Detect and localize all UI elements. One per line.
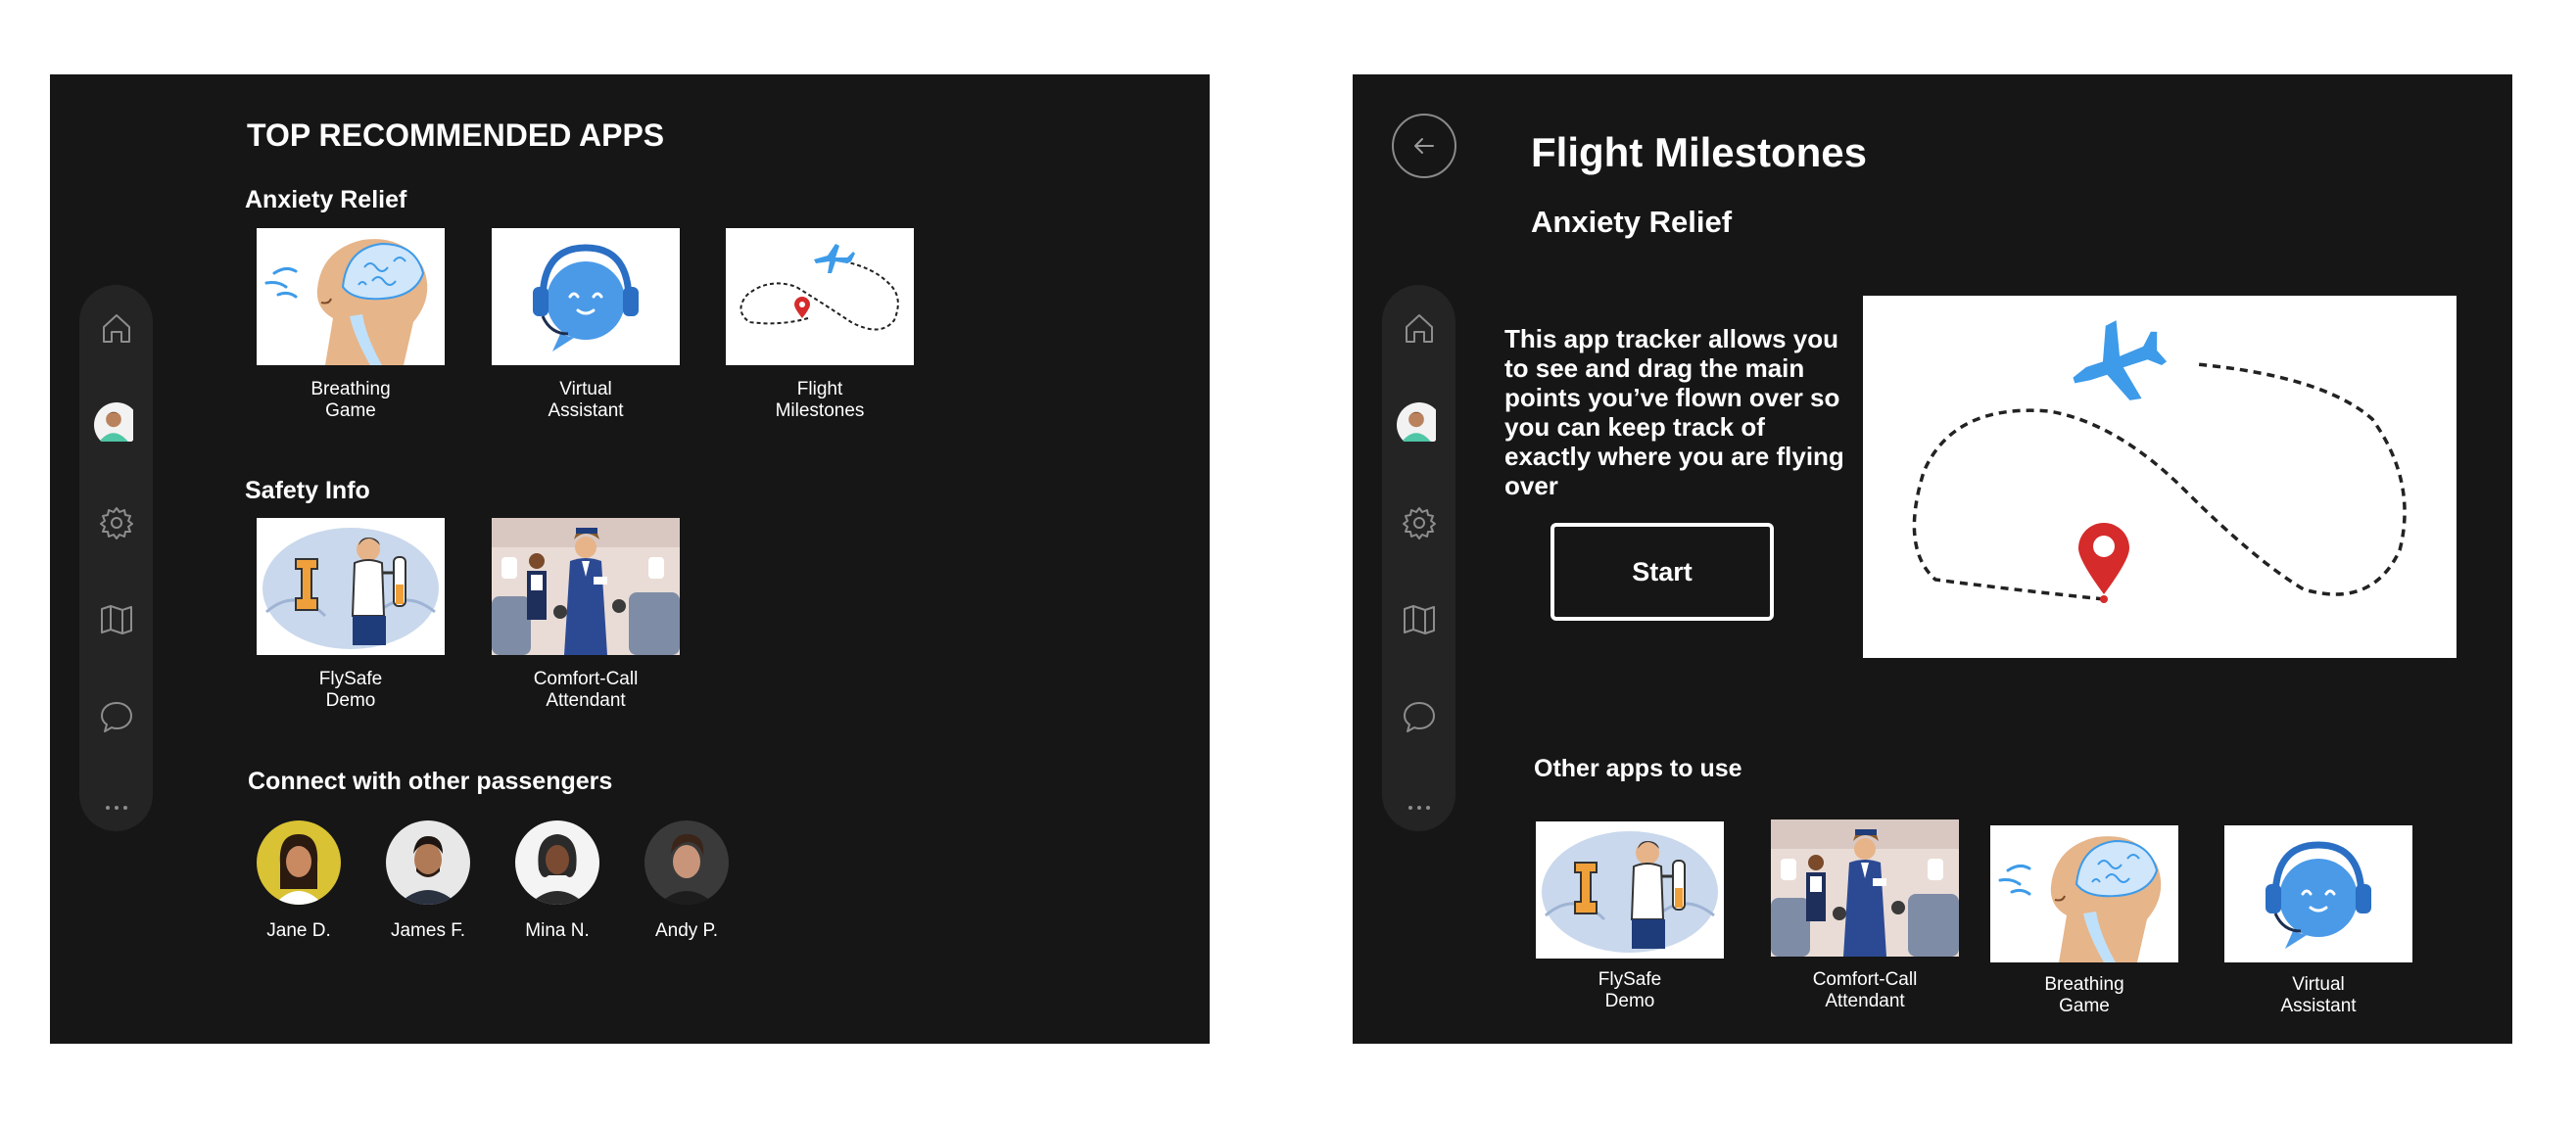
sidebar-item-profile[interactable] (1382, 396, 1455, 454)
robot-headset-illustration (492, 228, 680, 365)
safety-demo-illustration (257, 518, 445, 655)
app-caption-breathing-game: Breathing Game (310, 379, 391, 421)
app-tile-comfort-call-attendant[interactable] (1771, 820, 1959, 957)
app-caption-virtual-assistant: Virtual Assistant (548, 379, 624, 421)
app-tile-breathing-game[interactable] (1990, 825, 2178, 962)
app-caption-flight-milestones: Flight Milestones (775, 379, 865, 421)
passenger-avatar-andy[interactable] (644, 820, 729, 905)
avatar (93, 402, 139, 447)
flight-milestones-screen: Flight Milestones Anxiety Relief This ap… (1353, 74, 2512, 1044)
page-title: TOP RECOMMENDED APPS (247, 117, 665, 153)
app-caption-flysafe-demo: FlySafe Demo (1598, 969, 1662, 1011)
home-icon (1405, 314, 1433, 343)
home-icon (102, 314, 130, 343)
sidebar-item-map[interactable] (1382, 590, 1455, 649)
page-title: Flight Milestones (1531, 129, 1868, 175)
app-caption-comfort-call-attendant: Comfort-Call Attendant (1812, 969, 1918, 1011)
sidebar-item-more[interactable] (79, 778, 153, 837)
sidebar (1382, 285, 1455, 831)
more-icon (1407, 806, 1430, 810)
gear-icon (99, 507, 133, 539)
passenger-name: James F. (390, 920, 466, 941)
app-tile-virtual-assistant[interactable] (492, 228, 680, 365)
app-description: This app tracker allows you to see and d… (1504, 324, 1844, 500)
avatar (644, 820, 729, 905)
breathing-illustration (257, 228, 445, 365)
section-title-connect: Connect with other passengers (248, 768, 613, 795)
app-caption-comfort-call-attendant: Comfort-Call Attendant (533, 669, 639, 711)
section-title-safety: Safety Info (245, 477, 370, 504)
app-tile-breathing-game[interactable] (257, 228, 445, 365)
start-button[interactable]: Start (1550, 523, 1774, 621)
app-tile-virtual-assistant[interactable] (2224, 825, 2412, 962)
safety-demo-illustration (1536, 821, 1724, 959)
sidebar-item-map[interactable] (79, 590, 153, 649)
passenger-name: Andy P. (654, 920, 719, 941)
sidebar-item-home[interactable] (1382, 299, 1455, 357)
app-tile-flight-milestones[interactable] (726, 228, 914, 365)
app-caption-breathing-game: Breathing Game (2044, 974, 2124, 1016)
sidebar-item-settings[interactable] (1382, 493, 1455, 552)
arrow-left-icon (1414, 138, 1434, 154)
sidebar-item-home[interactable] (79, 299, 153, 357)
section-title-other-apps: Other apps to use (1534, 755, 1742, 782)
flight-attendant-illustration (1771, 820, 1959, 957)
sidebar-item-profile[interactable] (79, 396, 153, 454)
passenger-avatar-jane[interactable] (257, 820, 341, 905)
app-caption-virtual-assistant: Virtual Assistant (2280, 974, 2357, 1016)
flight-attendant-illustration (492, 518, 680, 655)
sidebar-item-chat[interactable] (79, 687, 153, 746)
flight-path-illustration (1863, 296, 2457, 658)
sidebar-item-chat[interactable] (1382, 687, 1455, 746)
passenger-name: Jane D. (266, 920, 331, 941)
avatar (515, 820, 599, 905)
app-tile-flysafe-demo[interactable] (1536, 821, 1724, 959)
sidebar-item-more[interactable] (1382, 778, 1455, 837)
robot-headset-illustration (2224, 825, 2412, 962)
map-icon (1403, 605, 1435, 634)
avatar (386, 820, 470, 905)
flight-path-illustration (726, 228, 914, 365)
app-tile-flysafe-demo[interactable] (257, 518, 445, 655)
sidebar-item-settings[interactable] (79, 493, 153, 552)
flight-milestones-hero-image (1863, 296, 2457, 658)
passenger-avatar-mina[interactable] (515, 820, 599, 905)
map-icon (100, 605, 132, 634)
app-caption-flysafe-demo: FlySafe Demo (318, 669, 383, 711)
app-tile-comfort-call-attendant[interactable] (492, 518, 680, 655)
avatar (1396, 402, 1442, 447)
gear-icon (1402, 507, 1436, 539)
more-icon (105, 806, 127, 810)
page-subtitle: Anxiety Relief (1531, 205, 1733, 239)
back-button[interactable] (1392, 114, 1456, 178)
section-title-anxiety: Anxiety Relief (245, 186, 407, 213)
passenger-avatar-james[interactable] (386, 820, 470, 905)
chat-icon (1403, 702, 1435, 732)
sidebar (79, 285, 153, 831)
breathing-illustration (1990, 825, 2178, 962)
passenger-name: Mina N. (525, 920, 590, 941)
recommended-apps-screen: TOP RECOMMENDED APPS Anxiety Relief Brea… (50, 74, 1210, 1044)
chat-icon (100, 702, 132, 732)
avatar (257, 820, 341, 905)
